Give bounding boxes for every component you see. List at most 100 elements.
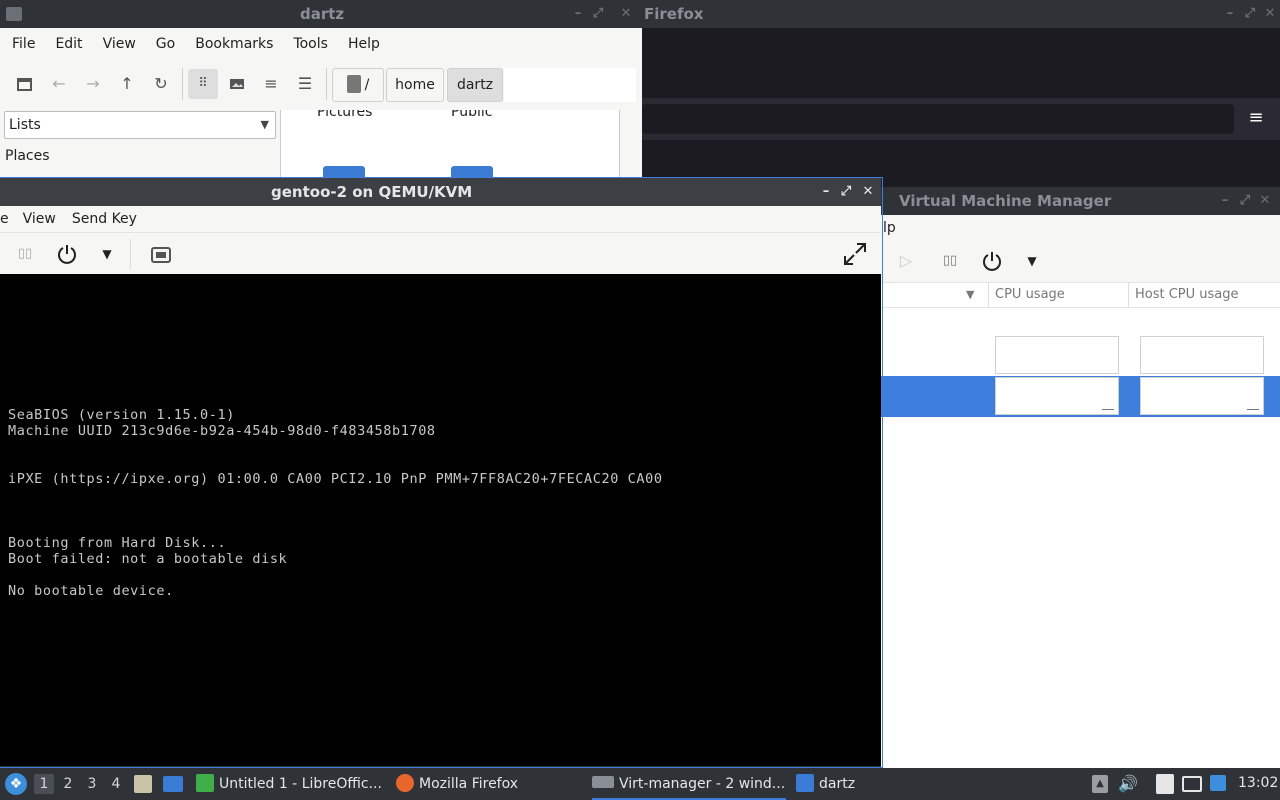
folder-label-pictures[interactable]: Pictures bbox=[317, 110, 372, 120]
power-icon[interactable] bbox=[977, 246, 1007, 276]
file-manager-close-button[interactable]: ✕ bbox=[616, 0, 636, 28]
menu-tools[interactable]: Tools bbox=[283, 36, 338, 52]
start-menu-icon[interactable]: ❖ bbox=[5, 773, 27, 795]
file-manager-titlebar[interactable]: dartz – ⤢ ✕ bbox=[0, 0, 642, 28]
task-virt-manager-label: Virt-manager - 2 wind... bbox=[619, 776, 786, 792]
icon-view-icon[interactable]: ⠿ bbox=[188, 69, 218, 99]
workspace-2[interactable]: 2 bbox=[58, 774, 78, 794]
qemu-minimize-button[interactable]: – bbox=[816, 178, 836, 206]
chevron-down-icon[interactable]: ▼ bbox=[1017, 246, 1047, 276]
qemu-close-button[interactable]: ✕ bbox=[858, 178, 878, 206]
toolbar-divider bbox=[130, 239, 131, 269]
firefox-close-button[interactable]: ✕ bbox=[1260, 0, 1280, 28]
vmm-menu-help[interactable]: lp bbox=[881, 220, 896, 236]
vm-console[interactable]: SeaBIOS (version 1.15.0-1) Machine UUID … bbox=[0, 274, 881, 766]
task-firefox-label: Mozilla Firefox bbox=[419, 776, 519, 792]
menu-view[interactable]: View bbox=[93, 36, 146, 52]
task-libreoffice[interactable]: Untitled 1 - LibreOffic... bbox=[196, 768, 386, 800]
tray-up-arrow-icon[interactable]: ▲ bbox=[1092, 775, 1108, 793]
file-manager-launcher-icon[interactable] bbox=[134, 775, 152, 793]
vmm-titlebar[interactable]: Virtual Machine Manager – ⤢ ✕ bbox=[881, 187, 1280, 215]
clipboard-icon[interactable] bbox=[1156, 774, 1174, 794]
firefox-url-bar[interactable] bbox=[642, 104, 1234, 134]
file-manager-minimize-button[interactable]: – bbox=[568, 0, 588, 28]
update-notifier-icon[interactable] bbox=[1210, 775, 1226, 791]
path-bar-background bbox=[504, 68, 636, 102]
workspace-3[interactable]: 3 bbox=[82, 774, 102, 794]
folder-label-public[interactable]: Public bbox=[451, 110, 492, 120]
path-root-label: / bbox=[364, 77, 370, 93]
taskbar: ❖ 1 2 3 4 Untitled 1 - LibreOffic... Moz… bbox=[0, 768, 1280, 800]
qemu-titlebar[interactable]: gentoo-2 on QEMU/KVM – ⤢ ✕ bbox=[0, 178, 881, 206]
firefox-maximize-button[interactable]: ⤢ bbox=[1240, 0, 1260, 28]
compact-view-icon[interactable]: ≡ bbox=[256, 69, 286, 99]
menu-file[interactable]: File bbox=[2, 36, 45, 52]
reload-icon[interactable]: ↻ bbox=[146, 69, 176, 99]
menu-edit[interactable]: Edit bbox=[45, 36, 92, 52]
screenshot-icon[interactable] bbox=[146, 239, 176, 269]
up-arrow-icon[interactable]: ↑ bbox=[112, 69, 142, 99]
file-view: Pictures Public bbox=[280, 110, 620, 178]
pause-icon[interactable]: ▯▯ bbox=[935, 246, 965, 276]
forward-arrow-icon[interactable]: → bbox=[78, 69, 108, 99]
firefox-titlebar[interactable]: Firefox – ⤢ ✕ bbox=[642, 0, 1280, 28]
pause-icon[interactable]: ▯▯ bbox=[10, 239, 40, 269]
vmm-maximize-button[interactable]: ⤢ bbox=[1235, 187, 1255, 215]
cpu-usage-graph bbox=[995, 377, 1119, 415]
network-icon[interactable] bbox=[1182, 776, 1202, 792]
qemu-menubar: e View Send Key bbox=[0, 206, 881, 232]
vmm-minimize-button[interactable]: – bbox=[1215, 187, 1235, 215]
file-manager-title: dartz bbox=[300, 5, 345, 23]
folder-icon bbox=[6, 7, 22, 21]
side-pane-select-value: Lists bbox=[9, 117, 41, 133]
task-virt-manager[interactable]: Virt-manager - 2 wind... bbox=[592, 768, 786, 800]
firefox-menu-icon[interactable]: ≡ bbox=[1246, 108, 1266, 128]
console-line: Boot failed: not a bootable disk bbox=[8, 551, 288, 567]
file-manager-menubar: File Edit View Go Bookmarks Tools Help bbox=[0, 28, 642, 60]
chevron-down-icon: ▼ bbox=[260, 118, 269, 131]
qemu-maximize-button[interactable]: ⤢ bbox=[836, 178, 856, 206]
menu-help[interactable]: Help bbox=[338, 36, 390, 52]
column-host-cpu-usage[interactable]: Host CPU usage bbox=[1128, 282, 1280, 308]
drive-icon bbox=[346, 75, 361, 93]
clock[interactable]: 13:02 bbox=[1238, 775, 1278, 791]
task-dartz[interactable]: dartz bbox=[796, 768, 906, 800]
menu-go[interactable]: Go bbox=[146, 36, 185, 52]
firefox-minimize-button[interactable]: – bbox=[1220, 0, 1240, 28]
sort-chevron-icon[interactable]: ▼ bbox=[966, 288, 974, 301]
folder-icon bbox=[796, 774, 814, 792]
firefox-icon bbox=[396, 774, 414, 792]
fullscreen-icon[interactable] bbox=[840, 239, 870, 269]
list-view-icon[interactable]: ☰ bbox=[290, 69, 320, 99]
workspace-4[interactable]: 4 bbox=[106, 774, 126, 794]
new-tab-icon[interactable] bbox=[10, 69, 40, 99]
host-cpu-usage-graph bbox=[1140, 377, 1264, 415]
thumbnail-view-icon[interactable] bbox=[222, 69, 252, 99]
back-arrow-icon[interactable]: ← bbox=[44, 69, 74, 99]
qemu-menu-view[interactable]: View bbox=[23, 211, 72, 227]
chevron-down-icon[interactable]: ▼ bbox=[92, 239, 122, 269]
task-libreoffice-label: Untitled 1 - LibreOffic... bbox=[219, 776, 382, 792]
menu-bookmarks[interactable]: Bookmarks bbox=[185, 36, 283, 52]
path-home[interactable]: home bbox=[386, 68, 444, 102]
file-manager-maximize-button[interactable]: ⤢ bbox=[588, 0, 608, 28]
path-dartz-label: dartz bbox=[456, 77, 494, 93]
qemu-toolbar: ▯▯ ▼ bbox=[0, 232, 881, 274]
column-cpu-usage[interactable]: CPU usage bbox=[988, 282, 1128, 308]
places-heading: Places bbox=[5, 148, 50, 164]
firefox-title: Firefox bbox=[644, 5, 704, 23]
volume-icon[interactable]: 🔊 bbox=[1118, 774, 1138, 793]
qemu-menu-send-key[interactable]: Send Key bbox=[72, 211, 137, 227]
side-pane-select[interactable]: Lists ▼ bbox=[4, 111, 276, 139]
cpu-usage-graph bbox=[995, 336, 1119, 374]
play-icon[interactable]: ▷ bbox=[891, 246, 921, 276]
task-firefox[interactable]: Mozilla Firefox bbox=[396, 768, 586, 800]
power-icon[interactable] bbox=[52, 239, 82, 269]
workspace-1[interactable]: 1 bbox=[34, 774, 54, 794]
path-dartz[interactable]: dartz bbox=[447, 68, 503, 102]
console-line: SeaBIOS (version 1.15.0-1) bbox=[8, 407, 235, 423]
path-root[interactable]: / bbox=[332, 68, 384, 102]
desktop-launcher-icon[interactable] bbox=[163, 776, 183, 792]
vmm-close-button[interactable]: ✕ bbox=[1255, 187, 1275, 215]
qemu-menu-file[interactable]: e bbox=[0, 211, 23, 227]
